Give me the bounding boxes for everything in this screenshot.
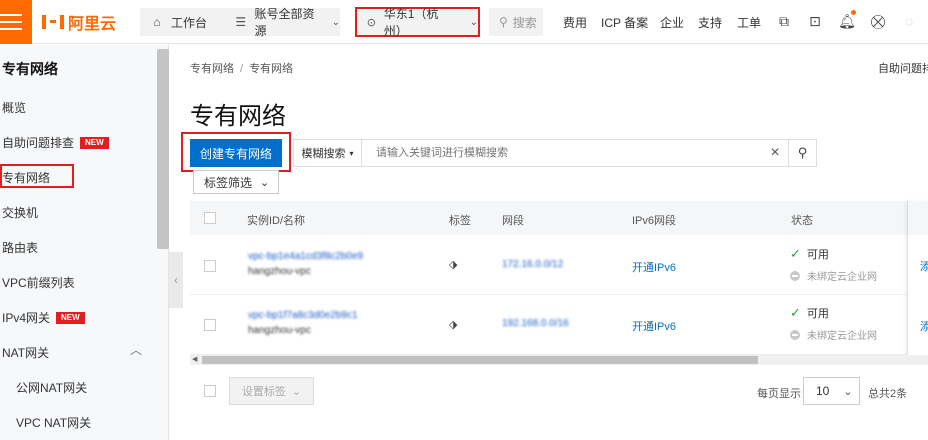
nav-link-support[interactable]: 支持 [698, 14, 722, 31]
resource-group-selector[interactable]: ☰ 账号全部资源 ⌄ [224, 7, 340, 38]
check-icon: ✓ [790, 246, 801, 261]
nav-link-ticket[interactable]: 工单 [737, 14, 761, 31]
search-type-select[interactable]: 模糊搜索 ▾ [294, 140, 362, 166]
sidebar-title: 专有网络 [2, 61, 58, 77]
select-all-checkbox-footer[interactable] [204, 385, 216, 397]
clear-icon[interactable]: × [762, 144, 788, 162]
nav-link-fees[interactable]: 费用 [563, 14, 587, 31]
breadcrumb-item[interactable]: 专有网络 [190, 63, 234, 75]
set-tag-button[interactable]: 设置标签 ⌄ [229, 377, 314, 405]
chevron-up-icon[interactable]: ︿ [130, 341, 142, 358]
tag-filter-dropdown[interactable]: 标签筛选 ⌄ [193, 170, 279, 194]
cidr-link[interactable]: 192.168.0.0/16 [502, 318, 569, 329]
chevron-down-icon: ⌄ [260, 176, 270, 189]
global-search[interactable]: ⚲ 搜索 [489, 8, 543, 36]
select-all-checkbox[interactable] [204, 212, 216, 224]
new-badge: NEW [80, 136, 109, 149]
horizontal-scrollbar[interactable]: ◀ [190, 355, 928, 365]
cart-icon[interactable]: ⛒ [869, 12, 887, 30]
nav-link-icp[interactable]: ICP 备案 [601, 14, 648, 31]
logo-icon [42, 15, 64, 29]
sidebar-item-route-table[interactable]: 路由表 [2, 239, 38, 256]
check-icon: ✓ [790, 305, 801, 320]
actions-column-header [908, 201, 928, 235]
search-icon[interactable]: ⚲ [788, 140, 816, 166]
column-header-id: 实例ID/名称 [247, 215, 306, 227]
scroll-left-icon[interactable]: ◀ [192, 355, 197, 365]
page-title: 专有网络 [190, 103, 286, 130]
enable-ipv6-link[interactable]: 开通IPv6 [632, 259, 676, 275]
create-vpc-button[interactable]: 创建专有网络 [190, 139, 282, 167]
sidebar-item-vswitch[interactable]: 交换机 [2, 204, 38, 221]
search-group: 模糊搜索▾ × ⚲ [293, 139, 817, 167]
tag-icon[interactable]: ⬗ [449, 258, 457, 271]
breadcrumb: 专有网络 / 专有网络 [190, 63, 294, 75]
row-action-link[interactable]: 添 [920, 258, 928, 274]
row-action-link[interactable]: 添 [920, 318, 928, 334]
sidebar: 专有网络 概览 自助问题排查 NEW 专有网络 交换机 路由表 VPC前缀列表 I… [0, 45, 169, 440]
sidebar-item-overview[interactable]: 概览 [2, 99, 26, 116]
column-header-cidr: 网段 [502, 215, 524, 227]
menu-icon[interactable] [0, 0, 32, 44]
new-badge: NEW [56, 311, 85, 324]
nav-link-enterprise[interactable]: 企业 [660, 14, 684, 31]
table-header: 实例ID/名称 标签 网段 IPv6网段 状态 [190, 201, 928, 235]
home-icon: ⌂ [153, 15, 161, 29]
cidr-link[interactable]: 172.16.0.0/12 [502, 259, 563, 270]
status-available: ✓ 可用 [790, 305, 829, 320]
sidebar-item-nat-gateway[interactable]: NAT网关 [2, 344, 49, 361]
sidebar-item-ipv4-gateway[interactable]: IPv4网关 NEW [2, 309, 85, 326]
search-input[interactable] [362, 140, 762, 166]
column-header-status: 状态 [791, 215, 813, 227]
chevron-down-icon: ⌄ [291, 385, 302, 398]
minus-circle-icon [790, 329, 800, 340]
breadcrumb-item: 专有网络 [249, 63, 294, 75]
row-checkbox[interactable] [204, 260, 216, 272]
sidebar-item-prefix-list[interactable]: VPC前缀列表 [2, 274, 75, 291]
status-available: ✓ 可用 [790, 246, 829, 261]
sidebar-subitem-public-nat[interactable]: 公网NAT网关 [16, 379, 87, 396]
sidebar-item-self-diagnosis[interactable]: 自助问题排查 NEW [2, 134, 109, 151]
table-row: vpc-bp1e4a1cd3f8c2b0e9 hangzhou-vpc ⬗ 17… [190, 235, 928, 295]
workbench-button[interactable]: ⌂ 工作台 [140, 8, 225, 36]
terminal-icon[interactable]: ⊡ [806, 12, 824, 30]
sidebar-scrollbar[interactable] [157, 49, 169, 249]
instance-name: hangzhou-vpc [248, 325, 311, 336]
chevron-left-icon: ‹ [174, 273, 178, 287]
app-icon[interactable]: ⧉ [775, 12, 793, 30]
minus-circle-icon [790, 270, 800, 281]
column-header-ipv6: IPv6网段 [632, 215, 677, 227]
aliyun-logo[interactable]: 阿里云 [42, 12, 116, 33]
tag-icon[interactable]: ⬗ [449, 318, 457, 331]
enable-ipv6-link[interactable]: 开通IPv6 [632, 318, 676, 334]
instance-id-link[interactable]: vpc-bp1e4a1cd3f8c2b0e9 [248, 251, 363, 262]
chevron-down-icon: ⌄ [843, 385, 853, 398]
cen-status: 未绑定云企业网 [790, 268, 877, 283]
column-header-tags: 标签 [449, 215, 471, 227]
notification-dot [851, 10, 856, 15]
caret-down-icon: ▾ [349, 148, 354, 158]
page-size-select[interactable]: 10 ⌄ [803, 377, 860, 405]
scrollbar-thumb[interactable] [202, 356, 758, 364]
highlight-box [0, 164, 74, 188]
sidebar-collapse-handle[interactable]: ‹ [169, 252, 183, 308]
table-row: vpc-bp1f7a8c3d0e2b9c1 hangzhou-vpc ⬗ 192… [190, 295, 928, 355]
lightbulb-icon[interactable]: ◌ [900, 12, 918, 30]
top-navbar: 阿里云 ⌂ 工作台 ☰ 账号全部资源 ⌄ ⊙ 华东1（杭州） ⌄ ⚲ 搜索 费用… [0, 0, 928, 44]
location-pin-icon: ⊙ [366, 16, 376, 29]
self-diagnosis-link[interactable]: 自助问题排查 [878, 60, 928, 76]
row-checkbox[interactable] [204, 319, 216, 331]
chevron-down-icon: ⌄ [331, 16, 340, 28]
chevron-down-icon: ⌄ [469, 16, 478, 28]
total-count: 总共2条 [868, 388, 908, 400]
sidebar-subitem-vpc-nat[interactable]: VPC NAT网关 [16, 414, 91, 431]
instance-name: hangzhou-vpc [248, 266, 311, 277]
list-icon: ☰ [235, 15, 247, 29]
per-page-label: 每页显示 [757, 388, 801, 400]
instance-id-link[interactable]: vpc-bp1f7a8c3d0e2b9c1 [248, 310, 358, 321]
search-icon: ⚲ [499, 15, 508, 29]
region-selector[interactable]: ⊙ 华东1（杭州） ⌄ [355, 7, 480, 38]
actions-column: 添 添 [907, 201, 928, 355]
cen-status: 未绑定云企业网 [790, 327, 877, 342]
